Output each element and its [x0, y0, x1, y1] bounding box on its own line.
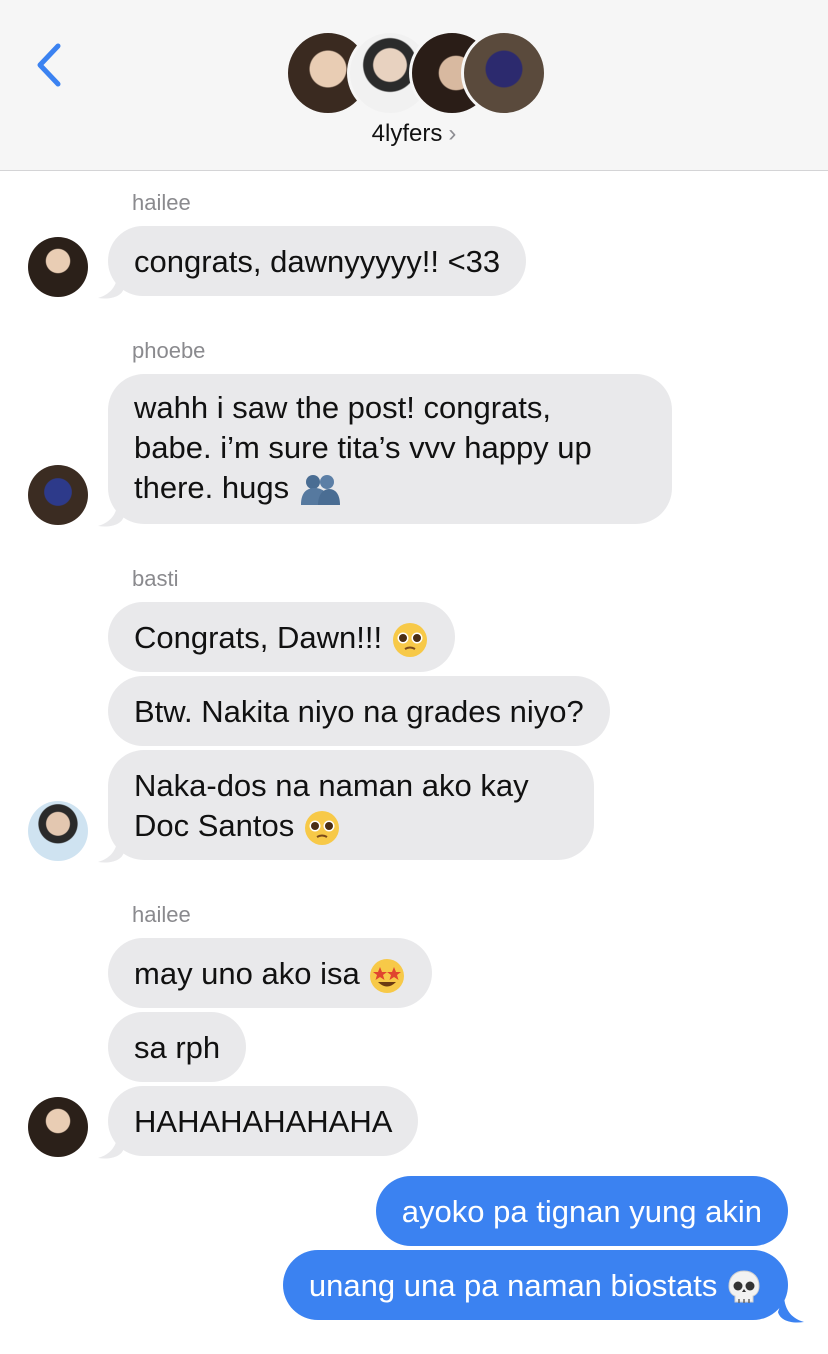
message-bubble[interactable]: Congrats, Dawn!!! [108, 602, 455, 672]
message-text: may uno ako isa [134, 956, 360, 991]
chevron-left-icon[interactable] [30, 40, 70, 90]
message-text-line: Doc Santos [134, 806, 568, 847]
star-struck-emoji [370, 958, 405, 993]
pleading-face-emoji [304, 810, 339, 845]
message-text-line: there. hugs [134, 468, 646, 508]
message-text: there. hugs [134, 470, 290, 505]
message-text: unang una pa naman biostats [308, 1268, 718, 1303]
message-bubble[interactable]: Naka-dos na naman ako kay Doc Santos [108, 750, 594, 860]
message-bubble[interactable]: congrats, dawnyyyyy!! <33 [108, 226, 527, 296]
sender-name: hailee [132, 190, 191, 215]
bubble-tail [98, 498, 124, 527]
message-text-line: Naka-dos na naman ako kay [134, 768, 529, 803]
message-bubble-outgoing[interactable]: ayoko pa tignan yung akin [375, 1176, 788, 1246]
message-text: congrats, dawnyyyyy!! <33 [134, 244, 501, 279]
avatar-hailee[interactable] [28, 1097, 88, 1157]
message-bubble[interactable]: HAHAHAHAHAHA [108, 1086, 419, 1156]
sender-name: phoebe [132, 338, 206, 363]
message-bubble[interactable]: sa rph [108, 1012, 247, 1082]
message-text-line: wahh i saw the post! congrats, [134, 390, 552, 425]
message-text: sa rph [134, 1030, 221, 1065]
message-text: ayoko pa tignan yung akin [401, 1194, 762, 1229]
bubble-tail [98, 1130, 124, 1159]
avatar-phoebe [461, 30, 547, 116]
message-text: HAHAHAHAHAHA [134, 1104, 393, 1139]
skull-emoji [728, 1270, 760, 1303]
conversation-header: 4lyfers › [0, 0, 828, 171]
sender-name: basti [132, 566, 179, 591]
message-text-line: babe. i’m sure tita’s vvv happy up [134, 430, 592, 465]
bubble-tail [98, 834, 124, 863]
message-text: Congrats, Dawn!!! [134, 620, 383, 655]
group-avatars[interactable] [285, 30, 547, 116]
avatar-hailee[interactable] [28, 237, 88, 297]
group-name[interactable]: 4lyfers › [0, 120, 828, 148]
bubble-tail [778, 1294, 804, 1323]
avatar-phoebe[interactable] [28, 465, 88, 525]
message-bubble-outgoing[interactable]: unang una pa naman biostats [282, 1250, 788, 1320]
avatar-basti[interactable] [28, 801, 88, 861]
message-bubble[interactable]: may uno ako isa [108, 938, 433, 1008]
chevron-right-icon: › [448, 120, 457, 147]
message-bubble[interactable]: wahh i saw the post! congrats, babe. i’m… [108, 374, 672, 524]
bubble-tail [98, 270, 124, 299]
people-hugging-emoji [300, 474, 340, 505]
pleading-face-emoji [392, 622, 427, 657]
sender-name: hailee [132, 902, 191, 927]
group-name-label: 4lyfers [371, 120, 443, 147]
message-text: Doc Santos [134, 808, 295, 843]
message-text: Btw. Nakita niyo na grades niyo? [134, 694, 584, 729]
message-bubble[interactable]: Btw. Nakita niyo na grades niyo? [108, 676, 610, 746]
